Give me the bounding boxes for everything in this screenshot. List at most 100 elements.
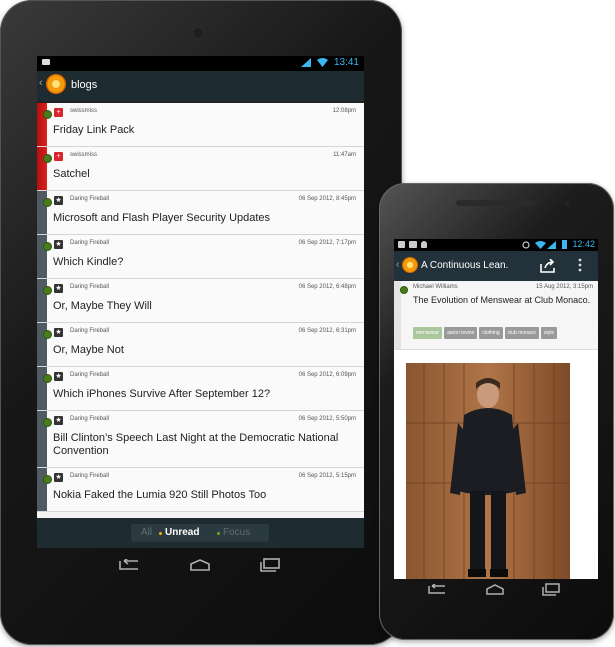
story-date: 06 Sep 2012, 5:15pm bbox=[298, 473, 356, 479]
page-title: A Continuous Lean. bbox=[421, 260, 509, 271]
unread-dot-icon bbox=[43, 475, 52, 484]
unread-dot-icon bbox=[43, 418, 52, 427]
article-photo bbox=[406, 363, 570, 579]
dropbox-icon bbox=[398, 241, 405, 248]
story-row[interactable]: ★ Daring Fireball 06 Sep 2012, 5:15pm No… bbox=[37, 468, 364, 512]
app-logo-icon[interactable] bbox=[46, 74, 66, 94]
story-date: 06 Sep 2012, 6:09pm bbox=[298, 372, 356, 378]
notification-icon bbox=[42, 59, 50, 65]
tag[interactable]: aaron levine bbox=[444, 327, 478, 339]
story-row[interactable]: ★ Daring Fireball 06 Sep 2012, 8:45pm Mi… bbox=[37, 191, 364, 235]
back-icon[interactable]: ‹ bbox=[39, 77, 43, 89]
speaker-grille bbox=[456, 200, 536, 206]
story-date: 12:08pm bbox=[332, 108, 356, 114]
star-icon: ★ bbox=[54, 240, 63, 249]
star-icon: ★ bbox=[54, 473, 63, 482]
filter-bar: All Unread Focus bbox=[37, 518, 364, 548]
signal-icon bbox=[547, 241, 556, 249]
battery-icon bbox=[562, 240, 567, 249]
back-icon[interactable]: ‹ bbox=[396, 259, 399, 270]
back-nav-icon[interactable] bbox=[118, 559, 140, 571]
story-date: 15 Aug 2012, 3:15pm bbox=[535, 284, 593, 290]
signal-icon bbox=[301, 58, 311, 67]
swiss-cross-icon: + bbox=[54, 152, 63, 161]
intelligence-filter: All Unread Focus bbox=[131, 524, 269, 542]
filter-all-button[interactable]: All bbox=[141, 527, 152, 538]
star-icon: ★ bbox=[54, 328, 63, 337]
unread-yellow-dot-icon bbox=[159, 532, 162, 535]
feed-name: Daring Fireball bbox=[70, 372, 110, 378]
star-icon: ★ bbox=[54, 284, 63, 293]
tag-list: menswear aaron levine clothing club monaco s… bbox=[413, 321, 559, 339]
story-title: Which Kindle? bbox=[53, 256, 124, 268]
phone-device: 12:42 ‹ A Continuous Lean. Michael Willi… bbox=[379, 183, 614, 640]
tablet-status-bar: 13:41 bbox=[37, 56, 364, 71]
filter-focus-button[interactable]: Focus bbox=[223, 527, 250, 538]
phone-action-bar: ‹ A Continuous Lean. bbox=[394, 251, 598, 281]
tablet-action-bar: ‹ blogs bbox=[37, 71, 364, 103]
story-date: 06 Sep 2012, 8:45pm bbox=[298, 196, 356, 202]
story-title: Satchel bbox=[53, 168, 90, 180]
story-title: The Evolution of Menswear at Club Monaco… bbox=[413, 295, 591, 305]
star-icon: ★ bbox=[54, 196, 63, 205]
sensor-dot bbox=[214, 33, 218, 37]
feed-name: swissmiss bbox=[70, 108, 97, 114]
story-date: 06 Sep 2012, 6:48pm bbox=[298, 284, 356, 290]
filter-unread-button[interactable]: Unread bbox=[165, 527, 199, 538]
unread-dot-icon bbox=[43, 198, 52, 207]
image-icon bbox=[409, 241, 417, 248]
unread-dot-icon bbox=[400, 286, 408, 294]
story-date: 11:47am bbox=[333, 152, 356, 158]
back-nav-icon[interactable] bbox=[427, 584, 447, 595]
unread-dot-icon bbox=[43, 286, 52, 295]
story-row[interactable]: + swissmiss 12:08pm Friday Link Pack bbox=[37, 103, 364, 147]
story-row[interactable]: ★ Daring Fireball 06 Sep 2012, 7:17pm Wh… bbox=[37, 235, 364, 279]
tablet-device: 13:41 ‹ blogs + swissmiss 12:08pm Friday… bbox=[0, 0, 402, 645]
story-title: Bill Clinton’s Speech Last Night at the … bbox=[53, 432, 339, 457]
tablet-screen: 13:41 ‹ blogs + swissmiss 12:08pm Friday… bbox=[37, 56, 364, 548]
phone-status-bar: 12:42 bbox=[394, 239, 598, 251]
front-camera-icon bbox=[564, 200, 570, 206]
home-nav-icon[interactable] bbox=[486, 584, 504, 595]
story-header: Michael Williams 15 Aug 2012, 3:15pm The… bbox=[394, 281, 598, 350]
app-logo-icon[interactable] bbox=[402, 257, 418, 273]
feed-name: Daring Fireball bbox=[70, 196, 110, 202]
camera-icon bbox=[193, 28, 203, 38]
feed-name: Daring Fireball bbox=[70, 284, 110, 290]
tag[interactable]: style bbox=[540, 327, 558, 339]
story-list: + swissmiss 12:08pm Friday Link Pack + s… bbox=[37, 103, 364, 518]
story-row[interactable]: ★ Daring Fireball 06 Sep 2012, 5:50pm Bi… bbox=[37, 411, 364, 468]
home-nav-icon[interactable] bbox=[190, 559, 210, 571]
recent-apps-nav-icon[interactable] bbox=[542, 583, 560, 596]
recent-apps-nav-icon[interactable] bbox=[260, 558, 280, 572]
story-author: Michael Williams bbox=[413, 284, 458, 290]
page-title: blogs bbox=[71, 79, 98, 91]
story-row[interactable]: + swissmiss 11:47am Satchel bbox=[37, 147, 364, 191]
feed-name: Daring Fireball bbox=[70, 416, 110, 422]
unread-dot-icon bbox=[43, 330, 52, 339]
feed-name: Daring Fireball bbox=[70, 473, 110, 479]
story-row[interactable]: ★ Daring Fireball 06 Sep 2012, 6:48pm Or… bbox=[37, 279, 364, 323]
story-title: Which iPhones Survive After September 12… bbox=[53, 388, 271, 400]
status-time: 13:41 bbox=[333, 57, 359, 68]
star-icon: ★ bbox=[54, 372, 63, 381]
story-title: Nokia Faked the Lumia 920 Still Photos T… bbox=[53, 489, 267, 501]
story-date: 06 Sep 2012, 6:31pm bbox=[298, 328, 356, 334]
overflow-menu-icon[interactable] bbox=[578, 258, 582, 272]
phone-screen: 12:42 ‹ A Continuous Lean. Michael Willi… bbox=[394, 239, 598, 579]
tag[interactable]: clothing bbox=[479, 327, 503, 339]
tag[interactable]: menswear bbox=[413, 327, 443, 339]
tag[interactable]: club monaco bbox=[504, 327, 539, 339]
story-row[interactable]: ★ Daring Fireball 06 Sep 2012, 6:31pm Or… bbox=[37, 323, 364, 367]
focus-green-dot-icon bbox=[217, 532, 220, 535]
story-date: 06 Sep 2012, 5:50pm bbox=[298, 416, 356, 422]
story-title: Microsoft and Flash Player Security Upda… bbox=[53, 212, 271, 224]
story-title: Or, Maybe They Will bbox=[53, 300, 152, 312]
share-icon[interactable] bbox=[540, 259, 556, 273]
story-title: Friday Link Pack bbox=[53, 124, 135, 136]
unread-dot-icon bbox=[43, 154, 52, 163]
feed-name: Daring Fireball bbox=[70, 328, 110, 334]
wifi-icon bbox=[535, 241, 546, 249]
story-row[interactable]: ★ Daring Fireball 06 Sep 2012, 6:09pm Wh… bbox=[37, 367, 364, 411]
story-title: Or, Maybe Not bbox=[53, 344, 124, 356]
